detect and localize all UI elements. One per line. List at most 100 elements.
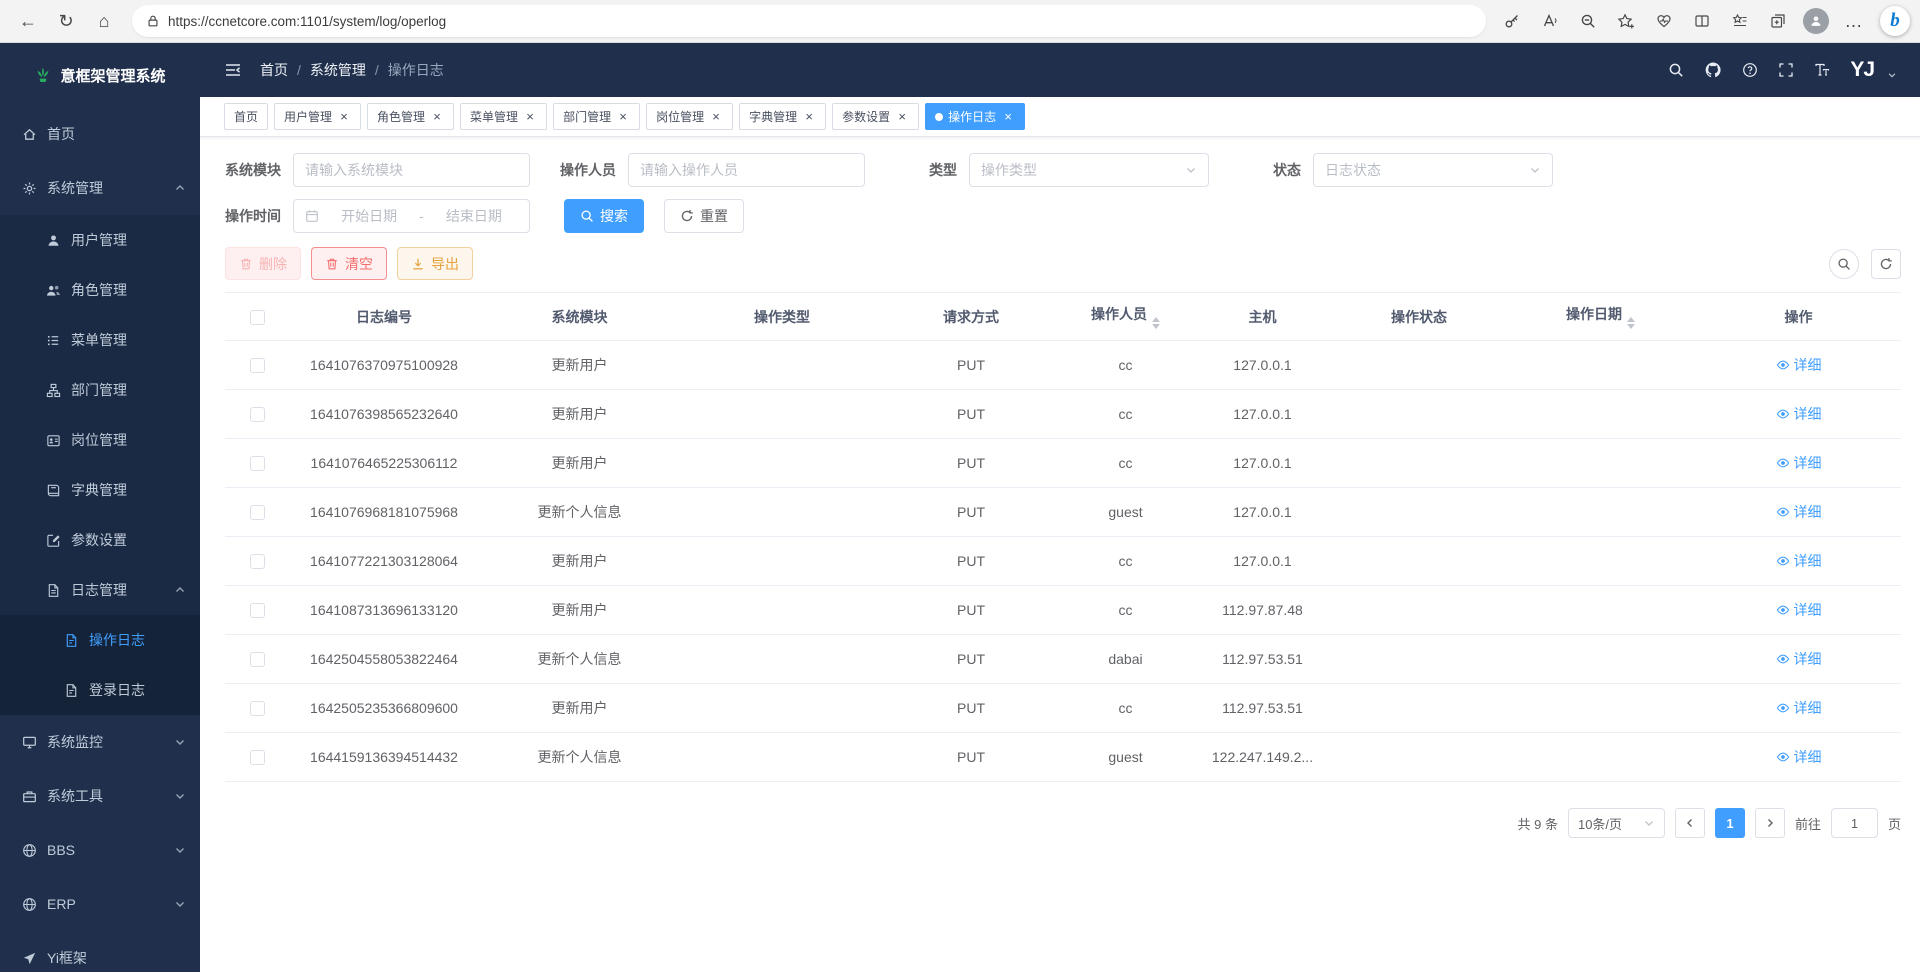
detail-link[interactable]: 详细 [1776,404,1822,424]
col-operator[interactable]: 操作人员 [1059,293,1192,341]
col-date[interactable]: 操作日期 [1505,293,1696,341]
detail-link[interactable]: 详细 [1776,600,1822,620]
detail-link[interactable]: 详细 [1776,551,1822,571]
detail-link[interactable]: 详细 [1776,355,1822,375]
tab-user-management[interactable]: 用户管理× [274,103,361,130]
next-page-button[interactable] [1755,808,1785,838]
operator-input[interactable] [640,162,853,178]
type-select[interactable]: 操作类型 [969,153,1209,187]
breadcrumb-system[interactable]: 系统管理 [310,60,366,80]
sidebar-item-home[interactable]: 首页 [0,107,200,161]
export-button[interactable]: 导出 [397,247,473,280]
row-checkbox[interactable] [250,505,265,520]
profile-button[interactable] [1800,5,1832,37]
split-screen-button[interactable] [1686,5,1718,37]
tab-post-management[interactable]: 岗位管理× [646,103,733,130]
sidebar-item-operation-log[interactable]: 操作日志 [0,615,200,665]
fullscreen-button[interactable] [1778,62,1794,78]
row-checkbox[interactable] [250,750,265,765]
github-button[interactable] [1704,61,1722,79]
delete-button[interactable]: 删除 [225,247,301,280]
sidebar-item-system-management[interactable]: 系统管理 [0,161,200,215]
close-icon[interactable]: × [895,110,909,124]
row-checkbox[interactable] [250,701,265,716]
sidebar-item-log-management[interactable]: 日志管理 [0,565,200,615]
sidebar-toggle-button[interactable] [224,61,242,79]
prev-page-button[interactable] [1675,808,1705,838]
clear-button[interactable]: 清空 [311,247,387,280]
detail-link[interactable]: 详细 [1776,453,1822,473]
close-icon[interactable]: × [430,110,444,124]
sidebar-item-post-management[interactable]: 岗位管理 [0,415,200,465]
close-icon[interactable]: × [1001,110,1015,124]
browser-menu-button[interactable]: … [1838,5,1870,37]
add-favorite-button[interactable] [1610,5,1642,37]
sidebar-item-menu-management[interactable]: 菜单管理 [0,315,200,365]
sidebar-item-bbs[interactable]: BBS [0,823,200,877]
tab-dict-management[interactable]: 字典管理× [739,103,826,130]
page-size-select[interactable]: 10条/页 [1568,808,1665,838]
font-size-button[interactable] [1814,62,1830,78]
search-button[interactable]: 搜索 [564,199,644,233]
status-select[interactable]: 日志状态 [1313,153,1553,187]
browser-refresh-button[interactable]: ↻ [48,4,84,38]
sidebar-item-erp[interactable]: ERP [0,877,200,931]
select-all-checkbox[interactable] [250,310,265,325]
sidebar-item-user-management[interactable]: 用户管理 [0,215,200,265]
row-checkbox[interactable] [250,603,265,618]
close-icon[interactable]: × [709,110,723,124]
sidebar-item-system-monitor[interactable]: 系统监控 [0,715,200,769]
close-icon[interactable]: × [616,110,630,124]
tab-department-management[interactable]: 部门管理× [553,103,640,130]
goto-page-input[interactable] [1831,808,1878,838]
browser-back-button[interactable]: ← [10,4,46,38]
passwords-button[interactable] [1496,5,1528,37]
table-search-button[interactable] [1829,249,1859,279]
favorites-button[interactable] [1724,5,1756,37]
address-bar[interactable]: https://ccnetcore.com:1101/system/log/op… [132,5,1486,37]
table-toolbar-right [1829,249,1901,279]
row-checkbox[interactable] [250,652,265,667]
app-logo[interactable]: 意框架管理系统 [0,43,200,107]
sidebar-item-param-settings[interactable]: 参数设置 [0,515,200,565]
table-refresh-button[interactable] [1871,249,1901,279]
detail-link[interactable]: 详细 [1776,698,1822,718]
sidebar-item-system-tools[interactable]: 系统工具 [0,769,200,823]
breadcrumb-home[interactable]: 首页 [260,60,288,80]
tab-menu-management[interactable]: 菜单管理× [460,103,547,130]
module-input[interactable] [305,162,518,178]
help-button[interactable] [1742,62,1758,78]
tab-home[interactable]: 首页 [224,103,268,130]
collections-button[interactable] [1762,5,1794,37]
user-avatar-logo[interactable]: YJ [1850,58,1874,82]
close-icon[interactable]: × [523,110,537,124]
tab-param-settings[interactable]: 参数设置× [832,103,919,130]
close-icon[interactable]: × [337,110,351,124]
row-checkbox[interactable] [250,358,265,373]
sidebar-item-department-management[interactable]: 部门管理 [0,365,200,415]
tab-role-management[interactable]: 角色管理× [367,103,454,130]
sidebar-item-dict-management[interactable]: 字典管理 [0,465,200,515]
row-checkbox[interactable] [250,456,265,471]
cell-operator: guest [1059,488,1192,537]
sidebar-item-role-management[interactable]: 角色管理 [0,265,200,315]
header-search-button[interactable] [1668,62,1684,78]
read-aloud-button[interactable] [1534,5,1566,37]
date-range-picker[interactable]: 开始日期 - 结束日期 [293,199,530,233]
operator-input-wrap [628,153,865,187]
row-checkbox[interactable] [250,554,265,569]
page-number-1[interactable]: 1 [1715,808,1745,838]
zoom-button[interactable] [1572,5,1604,37]
browser-home-button[interactable]: ⌂ [86,4,122,38]
tab-operation-log[interactable]: 操作日志× [925,103,1025,130]
detail-link[interactable]: 详细 [1776,747,1822,767]
close-icon[interactable]: × [802,110,816,124]
browser-essentials-button[interactable] [1648,5,1680,37]
sidebar-item-yi-framework[interactable]: Yi框架 [0,931,200,972]
sidebar-item-login-log[interactable]: 登录日志 [0,665,200,715]
row-checkbox[interactable] [250,407,265,422]
detail-link[interactable]: 详细 [1776,502,1822,522]
reset-button[interactable]: 重置 [664,199,744,233]
bing-sidebar-button[interactable]: b [1880,6,1910,36]
detail-link[interactable]: 详细 [1776,649,1822,669]
